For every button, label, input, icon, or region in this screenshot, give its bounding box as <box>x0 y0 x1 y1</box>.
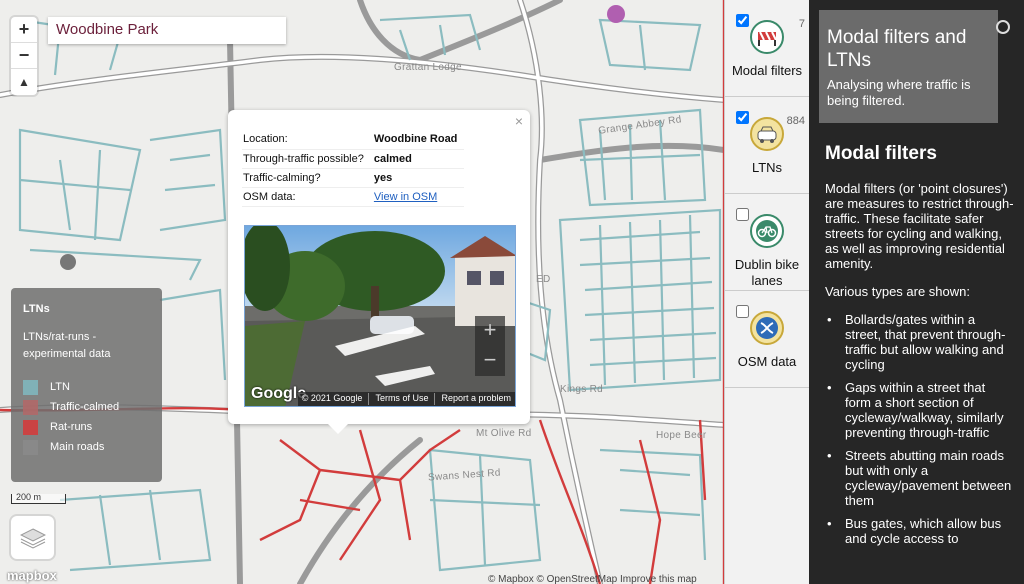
table-row: Traffic-calming? yes <box>242 168 464 188</box>
layer-count: 884 <box>786 115 805 127</box>
zoom-control: + − ▲ <box>11 17 37 95</box>
map-label: Mt Olive Rd <box>476 428 532 439</box>
map-legend: LTNs LTNs/rat-runs - experimental data L… <box>11 288 162 482</box>
layer-switcher: 7 Modal filters 884 LTNs Dublin bike lan… <box>724 0 809 584</box>
legend-swatch <box>23 399 38 415</box>
layer-checkbox[interactable] <box>736 305 749 318</box>
layer-item-osm-data[interactable]: OSM data <box>725 291 809 388</box>
attr-key: Through-traffic possible? <box>242 149 373 169</box>
popup-close-button[interactable]: × <box>515 113 523 129</box>
panel-subtitle: Analysing where traffic is being filtere… <box>827 77 971 108</box>
layer-item-ltns[interactable]: 884 LTNs <box>725 97 809 194</box>
streetview-panorama[interactable]: + − Google © 2021 Google Terms of Use Re… <box>244 225 516 407</box>
panel-title-box: Modal filters and LTNs Analysing where t… <box>819 10 998 123</box>
streetview-attribution: © 2021 Google Terms of Use Report a prob… <box>297 392 515 406</box>
streetview-zoom-out-button[interactable]: − <box>475 346 505 376</box>
info-panel[interactable]: Modal filters and LTNs Analysing where t… <box>809 0 1024 584</box>
list-item: Gaps within a street that form a short s… <box>827 380 1014 440</box>
types-intro: Various types are shown: <box>825 284 970 299</box>
table-row: Through-traffic possible? calmed <box>242 149 464 169</box>
list-item: Streets abutting main roads but with onl… <box>827 448 1014 508</box>
legend-subtitle: LTNs/rat-runs - experimental data <box>23 331 111 360</box>
map-attribution[interactable]: © Mapbox © OpenStreetMap Improve this ma… <box>488 574 697 584</box>
legend-item: Rat-runs <box>23 417 150 437</box>
layer-count: 7 <box>798 18 805 30</box>
attr-key: Traffic-calming? <box>242 168 373 188</box>
panel-title: Modal filters and LTNs <box>827 27 967 71</box>
legend-item: Traffic-calmed <box>23 397 150 417</box>
layer-label: OSM data <box>737 354 797 369</box>
streetview-terms-link[interactable]: Terms of Use <box>368 393 428 405</box>
legend-label: LTN <box>50 381 70 393</box>
section-intro: Modal filters (or 'point closures') are … <box>825 181 1014 271</box>
streetview-report-link[interactable]: Report a problem <box>434 393 511 405</box>
search-input[interactable]: Woodbine Park <box>48 17 286 44</box>
map-label: Kings Rd <box>560 384 603 395</box>
mapbox-logo[interactable]: mapbox <box>7 568 57 583</box>
attr-key: Location: <box>242 130 373 150</box>
legend-swatch <box>23 419 38 435</box>
streetview-copyright: © 2021 Google <box>301 393 363 403</box>
legend-label: Traffic-calmed <box>50 401 120 413</box>
popup-attributes-table: Location: Woodbine Road Through-traffic … <box>242 130 464 207</box>
compass-button[interactable]: ▲ <box>11 69 37 95</box>
legend-swatch <box>23 439 38 455</box>
layer-label: LTNs <box>751 160 783 175</box>
bike-icon <box>750 214 784 248</box>
layers-icon <box>19 527 46 549</box>
legend-item: Main roads <box>23 437 150 457</box>
streetview-zoom-in-button[interactable]: + <box>475 316 505 346</box>
layer-label: Dublin bike lanes <box>734 257 800 288</box>
list-item: Bus gates, which allow bus and cycle acc… <box>827 516 1014 546</box>
zoom-in-button[interactable]: + <box>11 17 37 43</box>
attr-key: OSM data: <box>242 187 373 207</box>
legend-swatch <box>23 379 38 395</box>
attr-value: Woodbine Road <box>372 130 464 150</box>
filter-types-list: Bollards/gates within a street, that pre… <box>825 312 1014 546</box>
layer-checkbox[interactable] <box>736 111 749 124</box>
table-row: OSM data: View in OSM <box>242 187 464 207</box>
layer-checkbox[interactable] <box>736 14 749 27</box>
locate-icon[interactable] <box>996 20 1010 34</box>
table-row: Location: Woodbine Road <box>242 130 464 150</box>
attr-value: yes <box>372 168 464 188</box>
barrier-icon <box>750 20 784 54</box>
view-in-osm-link[interactable]: View in OSM <box>374 191 437 203</box>
scale-bar: 200 m <box>11 493 66 504</box>
panel-body: Modal filters Modal filters (or 'point c… <box>809 123 1024 546</box>
legend-label: Rat-runs <box>50 421 93 433</box>
attr-value: calmed <box>372 149 464 169</box>
basemap-layers-button[interactable] <box>11 516 54 559</box>
layer-item-modal-filters[interactable]: 7 Modal filters <box>725 0 809 97</box>
list-item: Bollards/gates within a street, that pre… <box>827 312 1014 372</box>
streetview-zoom-control: + − <box>475 316 505 376</box>
car-icon <box>750 117 784 151</box>
layer-item-dublin-bike-lanes[interactable]: Dublin bike lanes <box>725 194 809 291</box>
map-label: Hope Beer <box>656 430 707 441</box>
section-heading: Modal filters <box>825 143 937 164</box>
layer-checkbox[interactable] <box>736 208 749 221</box>
legend-title: LTNs <box>23 303 50 315</box>
feature-popup: × Location: Woodbine Road Through-traffi… <box>228 110 530 434</box>
map-canvas[interactable]: Grattan Lodge Grange Abbey Rd Hope Beer … <box>0 0 724 584</box>
map-label: Grattan Lodge <box>394 62 462 73</box>
legend-item: LTN <box>23 377 150 397</box>
osm-icon <box>750 311 784 345</box>
legend-label: Main roads <box>50 441 105 453</box>
layer-label: Modal filters <box>731 63 803 78</box>
zoom-out-button[interactable]: − <box>11 43 37 69</box>
map-label: ED <box>536 274 551 285</box>
